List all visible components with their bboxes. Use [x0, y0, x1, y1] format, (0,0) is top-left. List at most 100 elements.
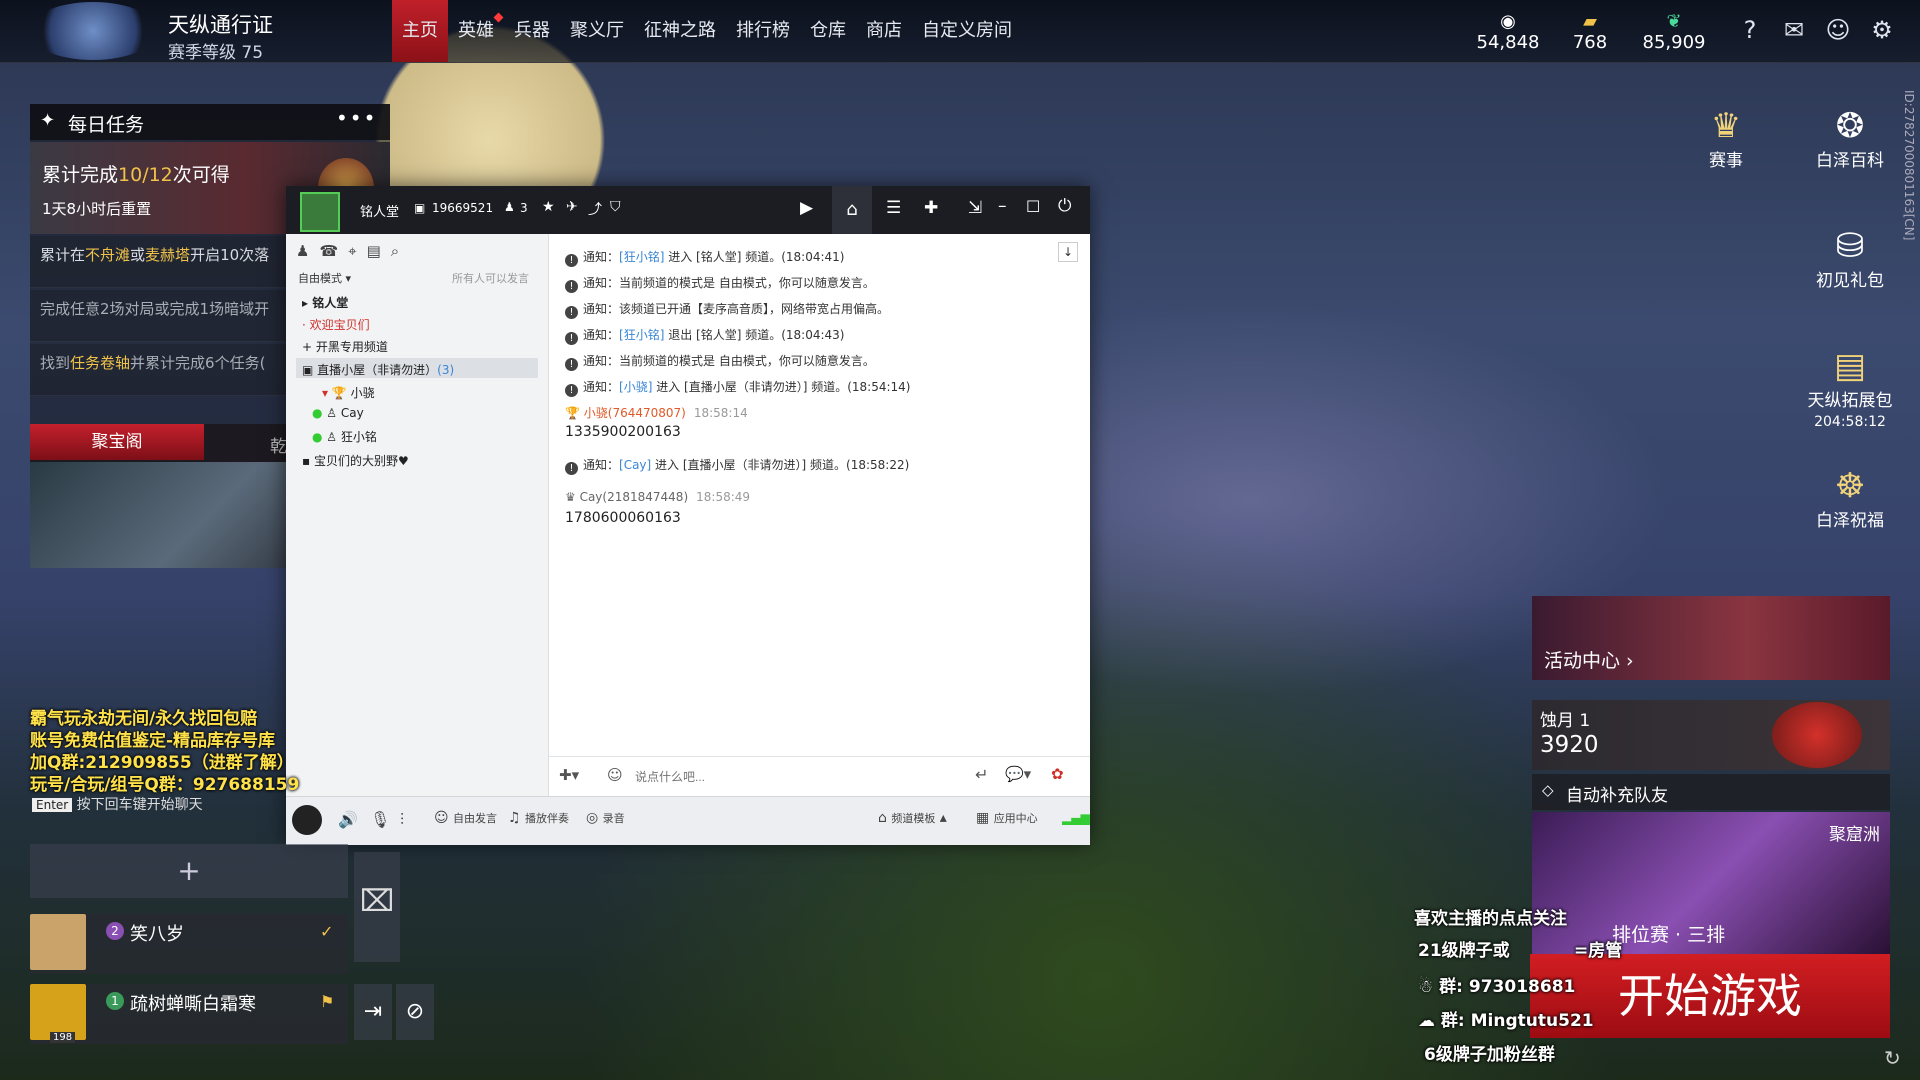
sidebar-tool-icons[interactable]: ♟☎⌖▤⌕: [296, 242, 409, 260]
friends-icon[interactable]: ☺: [1824, 16, 1852, 44]
home-icon[interactable]: ⌂: [832, 186, 872, 234]
emoji-icon[interactable]: ☺: [607, 766, 623, 784]
nav-weapons[interactable]: 兵器: [504, 0, 560, 62]
room-id-icon: ▣: [414, 201, 426, 215]
channel-item[interactable]: ▸ 铭人堂: [302, 294, 348, 311]
currency-gold[interactable]: ◉ 54,848: [1468, 12, 1548, 54]
message-bubble-icon[interactable]: 💬▾: [1005, 765, 1031, 783]
stream-overlay-line: 玩号/合玩/组号Q群：927688159: [30, 775, 300, 795]
invite-icon[interactable]: ⌧: [354, 852, 400, 962]
channel-item[interactable]: · 欢迎宝贝们: [302, 316, 370, 333]
nav-custom-room[interactable]: 自定义房间: [912, 0, 1022, 62]
currency-jade[interactable]: ❦ 85,909: [1634, 11, 1714, 54]
enter-key: Enter: [32, 798, 73, 812]
send-icon[interactable]: ↵: [975, 765, 988, 784]
member-slot-number: 2: [106, 922, 124, 940]
stream-overlay-line: 6级牌子加粉丝群: [1424, 1045, 1555, 1065]
minimize-icon[interactable]: –: [998, 196, 1007, 216]
jade-amount: 85,909: [1642, 32, 1706, 53]
channel-item-live[interactable]: ▣ 直播小屋（非请勿进）(3): [302, 361, 454, 378]
gold-amount: 54,848: [1476, 32, 1540, 53]
refresh-icon[interactable]: ↻: [1884, 1046, 1901, 1070]
pass-emblem-icon[interactable]: [28, 2, 158, 60]
channel-member[interactable]: ● ♙ Cay: [312, 406, 364, 420]
top-icon-group: ? ✉ ☺ ⚙: [1736, 16, 1896, 44]
maximize-icon[interactable]: ☐: [1026, 197, 1040, 216]
team-member[interactable]: 198 1 疏树蝉嘶白霜寒 ⚑: [30, 984, 348, 1044]
system-notice: ! 通知：[小骁] 进入 [直播小屋（非请勿进）] 频道。(18:54:14): [565, 378, 910, 397]
avatar[interactable]: [30, 914, 86, 970]
favorite-star-icon[interactable]: ★: [542, 199, 555, 215]
channel-member[interactable]: ▾ 🏆 小骁: [322, 384, 375, 401]
settings-icon[interactable]: ⚙: [1868, 16, 1896, 44]
app-center-button[interactable]: ▦ 应用中心: [976, 810, 1038, 826]
voice-chat-window: 铭人堂 ▣ 19669521 ♟ 3 ★ ✈ ⤴ ⛉ ▶ ⌂ ☰ ✚ ⇲ – ☐…: [286, 186, 1090, 845]
nav-guild-hall[interactable]: 聚义厅: [560, 0, 634, 62]
gamepad-emoji-icon[interactable]: ✚▾: [559, 766, 579, 784]
collapse-icon[interactable]: ⇲: [968, 198, 982, 218]
tab-secondary[interactable]: 乾: [270, 432, 287, 457]
equalizer-icon[interactable]: ⫶: [400, 810, 404, 830]
nav-conquest[interactable]: 征神之路: [634, 0, 726, 62]
autofill-toggle[interactable]: ◇ 自动补充队友: [1532, 774, 1890, 810]
tab-treasure-pavilion[interactable]: 聚宝阁: [30, 424, 204, 460]
season-level: 赛季等级 75: [168, 43, 264, 63]
speaker-icon[interactable]: 🔊: [338, 810, 358, 829]
mail-icon[interactable]: ✉: [1780, 16, 1808, 44]
blessing-button[interactable]: ☸ 白泽祝福: [1790, 466, 1910, 531]
play-music-button[interactable]: ♫ 播放伴奏: [508, 810, 569, 826]
share-icon[interactable]: ⤴: [588, 199, 602, 219]
flower-icon[interactable]: ✿: [1051, 765, 1064, 783]
currency-ticket[interactable]: ▰ 768: [1550, 11, 1630, 54]
jade-feather-icon: ❦: [1666, 11, 1682, 32]
stream-overlay-line: 21级牌子或: [1418, 941, 1510, 961]
nav-storage[interactable]: 仓库: [800, 0, 856, 62]
shield-icon[interactable]: ⛉: [610, 199, 621, 215]
events-button[interactable]: ♛ 赛事: [1666, 106, 1786, 171]
chat-input[interactable]: [633, 765, 957, 789]
mic-icon[interactable]: 🎙: [370, 810, 390, 829]
nav-heroes[interactable]: 英雄: [448, 0, 504, 62]
record-button[interactable]: ◎ 录音: [586, 810, 625, 826]
gamepad-icon[interactable]: ✚: [924, 198, 938, 218]
encyclopedia-button[interactable]: ❂ 白泽百科: [1790, 106, 1910, 171]
mode-label: 排位赛 · 三排: [1612, 924, 1726, 946]
ticket-icon: ▰: [1583, 11, 1597, 32]
user-avatar[interactable]: [292, 805, 322, 835]
channel-member[interactable]: ● ♙ 狂小铭: [312, 428, 377, 445]
nav-leaderboard[interactable]: 排行榜: [726, 0, 800, 62]
pass-title[interactable]: 天纵通行证: [168, 9, 273, 39]
nav-shop[interactable]: 商店: [856, 0, 912, 62]
exit-team-icon[interactable]: ⇥: [354, 984, 392, 1040]
checkbox-icon[interactable]: ◇: [1542, 781, 1554, 799]
mode-selector[interactable]: 自由模式 ▾: [298, 270, 351, 286]
expansion-timer: 204:58:12: [1814, 414, 1886, 430]
channel-item[interactable]: + 开黑专用频道: [302, 338, 388, 355]
message-author[interactable]: 🏆 小骁(764470807) 18:58:14: [565, 404, 748, 421]
mute-mic-icon[interactable]: ⊘: [396, 984, 434, 1040]
game-mode-card[interactable]: 聚窟洲 排位赛 · 三排: [1532, 812, 1890, 954]
rank-card[interactable]: 蚀月 1 3920: [1532, 700, 1890, 770]
daily-reset-timer: 1天8小时后重置: [42, 200, 152, 218]
autofill-label: 自动补充队友: [1566, 786, 1668, 806]
room-avatar[interactable]: [300, 192, 340, 232]
stream-overlay-line: ☃ 群: 973018681: [1418, 977, 1576, 997]
video-icon[interactable]: ▶: [800, 198, 813, 218]
channel-item[interactable]: ▪ 宝贝们的大别野♥: [302, 452, 409, 469]
scroll-down-icon[interactable]: ↓: [1058, 242, 1078, 262]
message-author[interactable]: ♛ Cay(2181847448) 18:58:49: [565, 490, 750, 504]
expansion-pack-button[interactable]: ▤ 天纵拓展包 204:58:12: [1790, 346, 1910, 431]
starter-gift-button[interactable]: ⛁ 初见礼包: [1790, 226, 1910, 291]
activity-center-banner[interactable]: 活动中心 ›: [1532, 596, 1890, 680]
list-icon[interactable]: ☰: [886, 198, 901, 218]
add-teammate-button[interactable]: +: [30, 844, 348, 898]
free-speak-button[interactable]: ☺ 自由发言: [434, 810, 497, 826]
power-icon[interactable]: ⏻: [1058, 196, 1071, 216]
plane-icon[interactable]: ✈: [566, 199, 578, 215]
help-icon[interactable]: ?: [1736, 16, 1764, 44]
team-member[interactable]: 2 笑八岁 ✓: [30, 914, 348, 974]
nav-home[interactable]: 主页: [392, 0, 448, 62]
more-options-icon[interactable]: •••: [336, 106, 377, 130]
system-notice: ! 通知：[狂小铭] 进入 [铭人堂] 频道。(18:04:41): [565, 248, 844, 267]
channel-template-button[interactable]: ⌂ 频道模板 ▴: [878, 810, 947, 826]
